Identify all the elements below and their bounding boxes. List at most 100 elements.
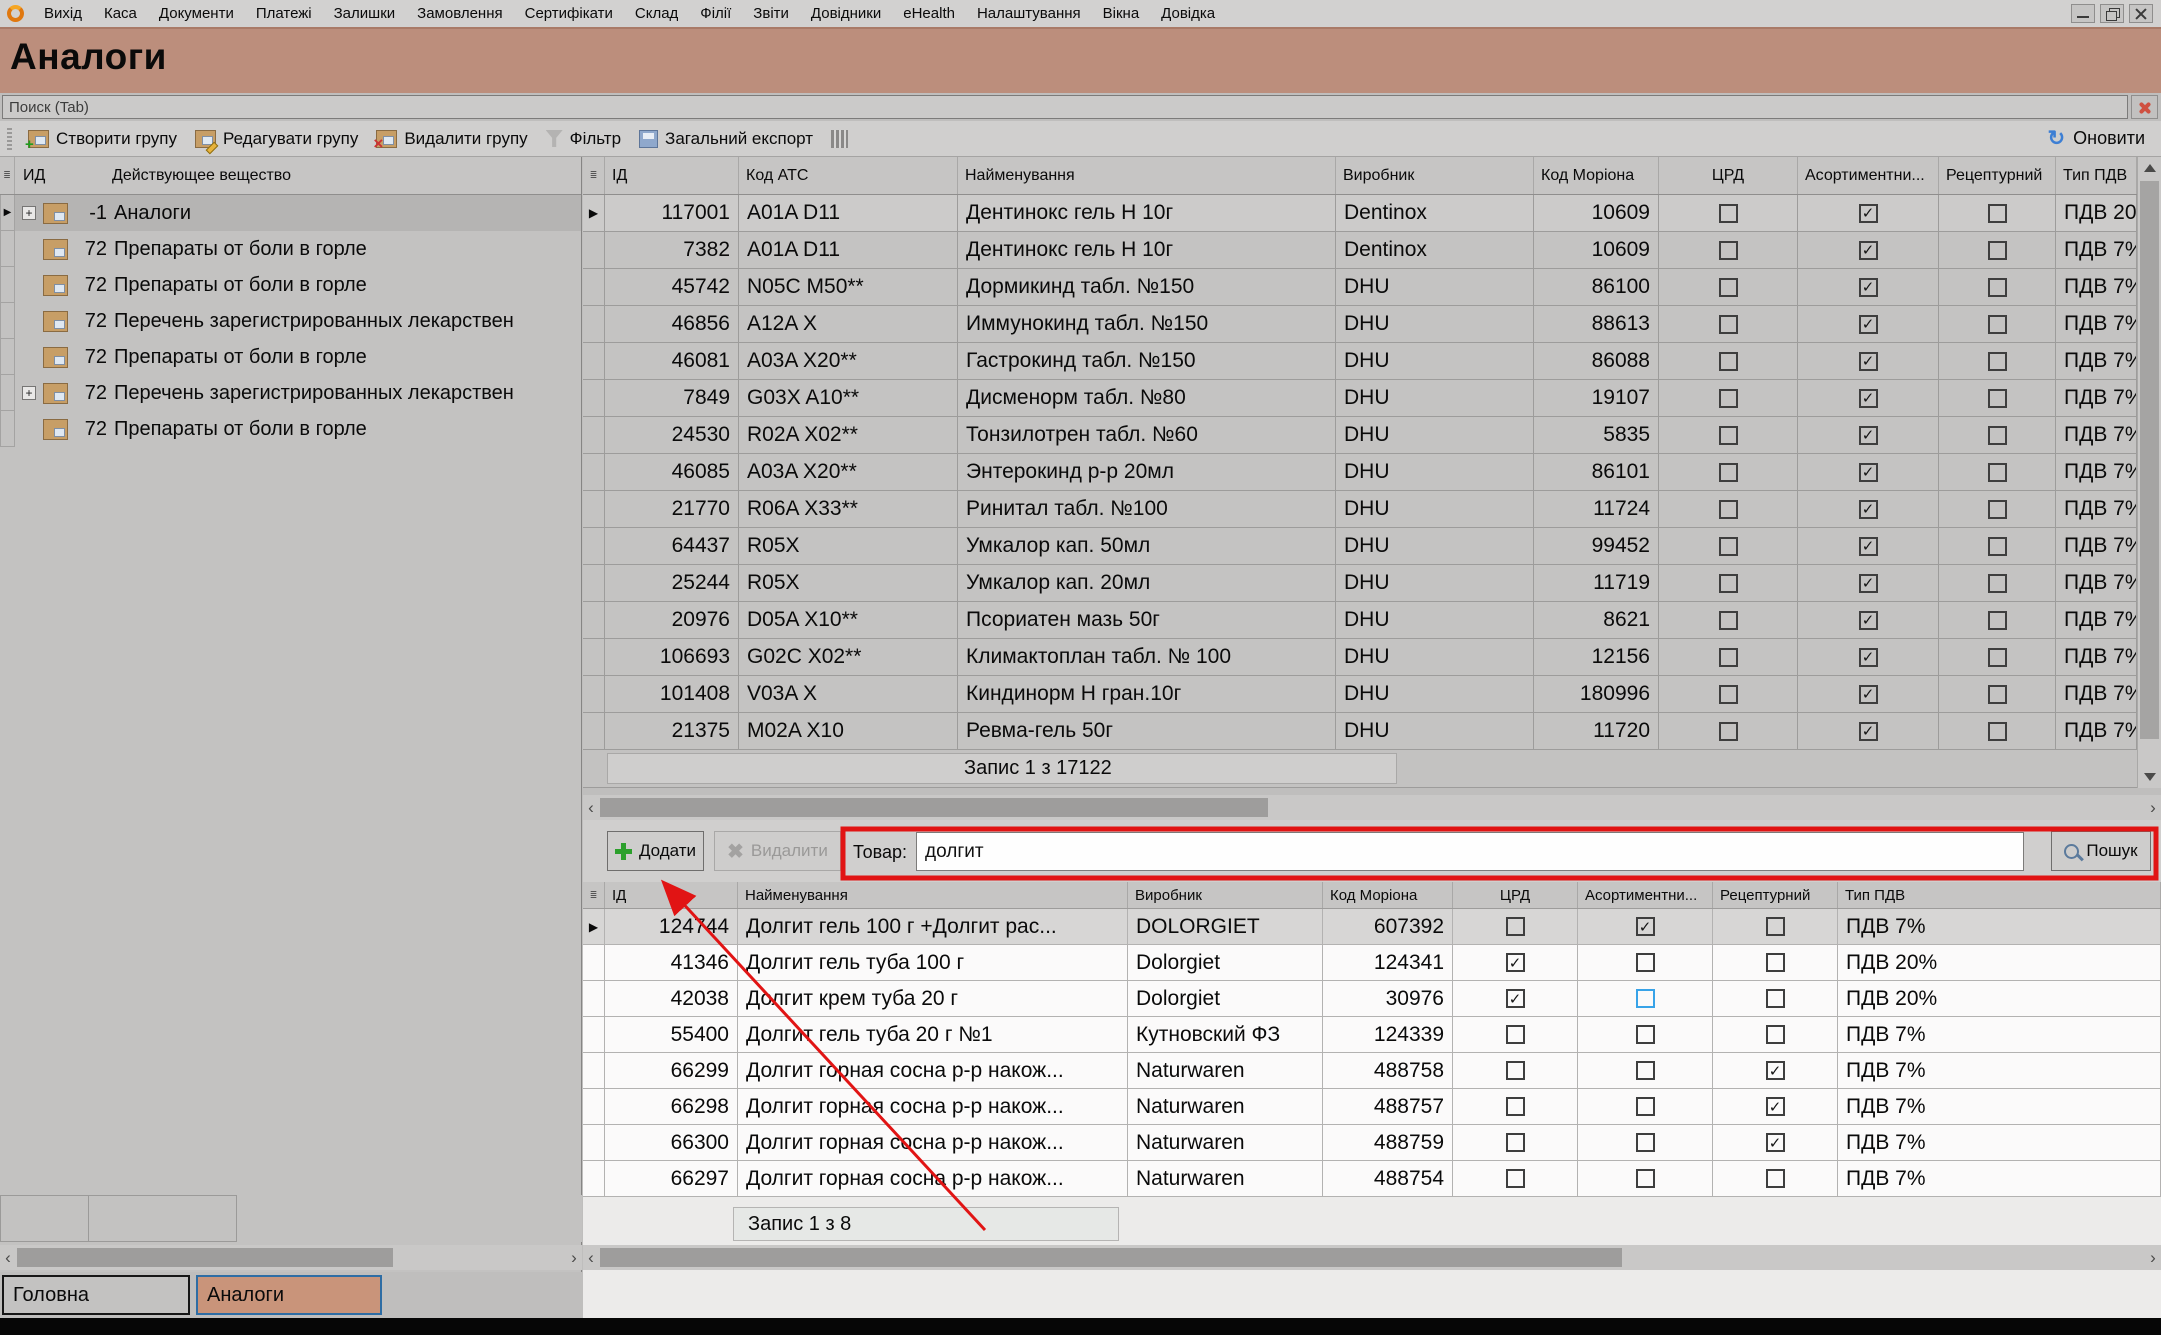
tree-row[interactable]: 72Препараты от боли в горле — [0, 231, 581, 267]
main-table-row[interactable]: 20976D05A X10**Псориатен мазь 50гDHU8621… — [583, 602, 2161, 639]
assortment-checkbox[interactable]: ✓ — [1859, 685, 1878, 704]
crd-checkbox[interactable] — [1719, 611, 1738, 630]
prescription-checkbox[interactable] — [1766, 1169, 1785, 1188]
bottom-table-row[interactable]: 41346Долгит гель туба 100 гDolorgiet1243… — [583, 945, 2161, 981]
crd-checkbox[interactable] — [1719, 500, 1738, 519]
bottom-table-row[interactable]: 66298Долгит горная сосна р-р накож...Nat… — [583, 1089, 2161, 1125]
refresh-button[interactable]: ↻ Оновити — [2048, 126, 2161, 151]
toolbar-button-delete-group[interactable]: Видалити групу — [367, 124, 536, 154]
expand-plus-icon[interactable]: + — [15, 386, 43, 400]
prescription-checkbox[interactable] — [1766, 953, 1785, 972]
assortment-checkbox[interactable]: ✓ — [1636, 917, 1655, 936]
prescription-checkbox[interactable] — [1988, 389, 2007, 408]
prescription-checkbox[interactable] — [1988, 463, 2007, 482]
assortment-checkbox[interactable]: ✓ — [1859, 537, 1878, 556]
main-table-row[interactable]: ▶117001A01A D11Дентинокс гель Н 10гDenti… — [583, 195, 2161, 232]
main-table-row[interactable]: 45742N05C M50**Дормикинд табл. №150DHU86… — [583, 269, 2161, 306]
assortment-checkbox[interactable]: ✓ — [1859, 500, 1878, 519]
main-col-header-3[interactable]: Виробник — [1336, 157, 1534, 194]
assortment-checkbox[interactable]: ✓ — [1859, 722, 1878, 741]
main-table-row[interactable]: 25244R05XУмкалор кап. 20млDHU11719✓ПДВ 7… — [583, 565, 2161, 602]
tab-1[interactable]: Аналоги — [196, 1275, 382, 1315]
scroll-thumb[interactable] — [2140, 181, 2159, 739]
toolbar-button-create-group[interactable]: Створити групу — [19, 124, 186, 154]
prescription-checkbox[interactable] — [1988, 315, 2007, 334]
crd-checkbox[interactable] — [1506, 1025, 1525, 1044]
bottom-table-row[interactable]: ▶124744Долгит гель 100 г +Долгит рас...D… — [583, 909, 2161, 945]
scroll-thumb[interactable] — [600, 1248, 1622, 1267]
main-table-row[interactable]: 7849G03X A10**Дисменорм табл. №80DHU1910… — [583, 380, 2161, 417]
minimize-button[interactable] — [2071, 4, 2095, 23]
scroll-down-button[interactable] — [2138, 766, 2161, 788]
assortment-checkbox[interactable] — [1636, 1169, 1655, 1188]
menu-item-4[interactable]: Залишки — [323, 0, 407, 27]
menu-item-1[interactable]: Каса — [93, 0, 148, 27]
tree-row[interactable]: 72Препараты от боли в горле — [0, 267, 581, 303]
bottom-col-header-0[interactable]: ІД — [605, 882, 738, 908]
bottom-col-header-2[interactable]: Виробник — [1128, 882, 1323, 908]
main-table-row[interactable]: 64437R05XУмкалор кап. 50млDHU99452✓ПДВ 7… — [583, 528, 2161, 565]
prescription-checkbox[interactable] — [1988, 204, 2007, 223]
main-horizontal-scrollbar[interactable]: ‹ › — [583, 795, 2161, 820]
main-col-header-6[interactable]: Асортиментни... — [1798, 157, 1939, 194]
bottom-table-row[interactable]: 55400Долгит гель туба 20 г №1Кутновский … — [583, 1017, 2161, 1053]
main-table-row[interactable]: 21375M02A X10Ревма-гель 50гDHU11720✓ПДВ … — [583, 713, 2161, 750]
toolbar-button-edit-group[interactable]: Редагувати групу — [186, 124, 367, 154]
prescription-checkbox[interactable] — [1766, 1025, 1785, 1044]
menu-item-7[interactable]: Склад — [624, 0, 689, 27]
main-table-row[interactable]: 7382A01A D11Дентинокс гель Н 10гDentinox… — [583, 232, 2161, 269]
menu-item-2[interactable]: Документи — [148, 0, 245, 27]
toolbar-button-columns[interactable] — [822, 124, 857, 154]
tree-horizontal-scrollbar[interactable]: ‹ › — [0, 1245, 582, 1270]
main-table-row[interactable]: 21770R06A X33**Ринитал табл. №100DHU1172… — [583, 491, 2161, 528]
assortment-checkbox[interactable]: ✓ — [1859, 315, 1878, 334]
crd-checkbox[interactable]: ✓ — [1506, 953, 1525, 972]
assortment-checkbox[interactable]: ✓ — [1859, 611, 1878, 630]
tree-row[interactable]: 72Перечень зарегистрированных лекарствен — [0, 303, 581, 339]
prescription-checkbox[interactable] — [1988, 352, 2007, 371]
main-col-header-8[interactable]: Тип ПДВ — [2056, 157, 2137, 194]
scroll-left-button[interactable]: ‹ — [0, 1245, 16, 1270]
restore-button[interactable] — [2100, 4, 2124, 23]
bottom-col-header-4[interactable]: ЦРД — [1453, 882, 1578, 908]
menu-item-6[interactable]: Сертифікати — [514, 0, 624, 27]
assortment-checkbox[interactable] — [1636, 953, 1655, 972]
main-table-row[interactable]: 46085A03A X20**Энтерокинд р-р 20млDHU861… — [583, 454, 2161, 491]
menu-item-13[interactable]: Вікна — [1092, 0, 1151, 27]
prescription-checkbox[interactable] — [1988, 241, 2007, 260]
crd-checkbox[interactable] — [1719, 722, 1738, 741]
scroll-right-button[interactable]: › — [566, 1245, 582, 1270]
main-table-row[interactable]: 106693G02C X02**Климактоплан табл. № 100… — [583, 639, 2161, 676]
prescription-checkbox[interactable] — [1988, 648, 2007, 667]
assortment-checkbox[interactable]: ✓ — [1859, 278, 1878, 297]
main-table-row[interactable]: 101408V03A XКиндинорм Н гран.10гDHU18099… — [583, 676, 2161, 713]
crd-checkbox[interactable] — [1719, 204, 1738, 223]
assortment-checkbox[interactable]: ✓ — [1859, 241, 1878, 260]
search-button[interactable]: Пошук — [2051, 831, 2151, 871]
crd-checkbox[interactable] — [1719, 352, 1738, 371]
prescription-checkbox[interactable] — [1766, 989, 1785, 1008]
search-input[interactable] — [2, 95, 2128, 119]
scroll-thumb[interactable] — [17, 1248, 393, 1267]
main-vertical-scrollbar[interactable] — [2137, 157, 2161, 788]
assortment-checkbox[interactable]: ✓ — [1859, 574, 1878, 593]
crd-checkbox[interactable] — [1506, 917, 1525, 936]
assortment-checkbox[interactable]: ✓ — [1859, 463, 1878, 482]
assortment-checkbox[interactable] — [1636, 1097, 1655, 1116]
menu-item-9[interactable]: Звіти — [742, 0, 800, 27]
tree-row[interactable]: 72Препараты от боли в горле — [0, 339, 581, 375]
bottom-horizontal-scrollbar[interactable]: ‹ › — [583, 1245, 2161, 1270]
menu-item-8[interactable]: Філії — [689, 0, 742, 27]
bottom-col-header-5[interactable]: Асортиментни... — [1578, 882, 1713, 908]
prescription-checkbox[interactable] — [1988, 611, 2007, 630]
assortment-checkbox[interactable]: ✓ — [1859, 352, 1878, 371]
prescription-checkbox[interactable] — [1988, 500, 2007, 519]
scroll-right-button[interactable]: › — [2145, 1245, 2161, 1270]
menu-item-11[interactable]: eHealth — [892, 0, 966, 27]
toolbar-button-filter[interactable]: Фільтр — [537, 124, 630, 154]
bottom-col-header-3[interactable]: Код Моріона — [1323, 882, 1453, 908]
assortment-checkbox[interactable]: ✓ — [1859, 204, 1878, 223]
main-table-row[interactable]: 46856A12A XИммунокинд табл. №150DHU88613… — [583, 306, 2161, 343]
tree-col-id[interactable]: ИД — [15, 167, 108, 185]
prescription-checkbox[interactable]: ✓ — [1766, 1097, 1785, 1116]
